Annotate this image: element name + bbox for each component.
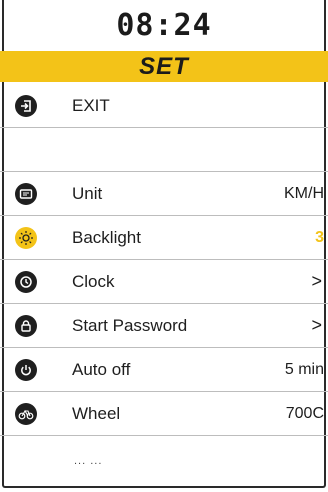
settings-item-value: 3 — [315, 228, 324, 246]
settings-item-value: KM/H — [284, 184, 324, 202]
bicycle-icon — [15, 402, 37, 425]
chevron-right-icon: > — [311, 271, 322, 291]
clock-time: 08:24 — [116, 8, 212, 43]
settings-item-auto-off[interactable]: Auto off 5 min — [0, 348, 328, 392]
settings-item-unit[interactable]: Unit KM/H — [0, 172, 328, 216]
settings-item-value: 700C — [285, 404, 324, 422]
settings-item-label: Clock — [72, 271, 115, 291]
page-title: SET — [0, 51, 328, 82]
settings-item-backlight[interactable]: Backlight 3 — [0, 216, 328, 260]
lock-icon — [15, 314, 37, 337]
settings-item-label: Wheel — [72, 403, 121, 423]
more-items-indicator: ... ... — [74, 455, 103, 467]
sun-icon — [15, 226, 37, 249]
settings-item-label: Start Password — [72, 315, 188, 335]
power-icon — [15, 358, 37, 381]
exit-icon — [15, 94, 37, 117]
settings-item-label: Backlight — [72, 227, 141, 247]
settings-item-value: 5 min — [284, 360, 324, 378]
settings-item-label: Auto off — [72, 359, 131, 379]
speedometer-icon — [15, 182, 37, 205]
settings-item-start-password[interactable]: Start Password > — [0, 304, 328, 348]
clock-icon — [15, 270, 37, 293]
exit-label: EXIT — [72, 95, 110, 115]
exit-menu-item[interactable]: EXIT — [0, 84, 328, 128]
settings-item-label: Unit — [72, 183, 103, 203]
settings-item-clock[interactable]: Clock > — [0, 260, 328, 304]
settings-item-wheel[interactable]: Wheel 700C — [0, 392, 328, 436]
chevron-right-icon: > — [311, 315, 322, 335]
